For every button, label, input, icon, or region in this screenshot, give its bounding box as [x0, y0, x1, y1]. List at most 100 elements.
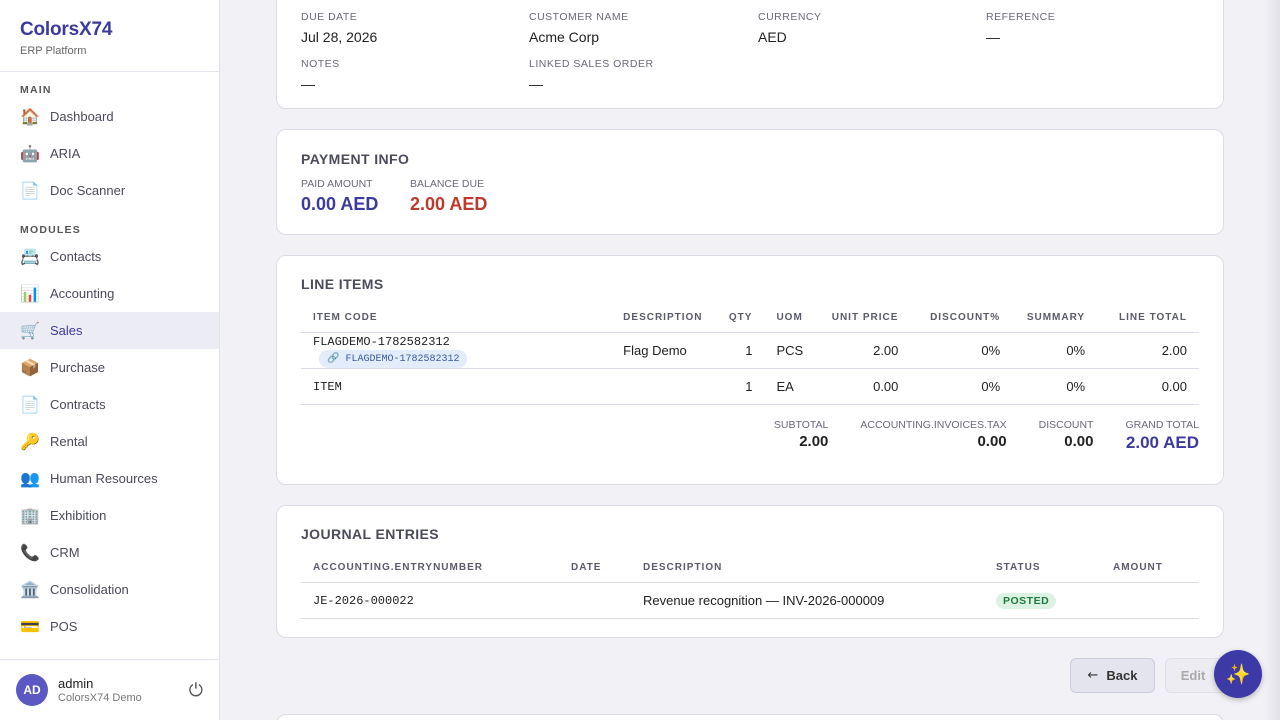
item-link-tag-label: FLAGDEMO-1782582312 [345, 353, 460, 365]
module-nav: 📇 Contacts 📊 Accounting 🛒 Sales 📦 Purchase 📄 Cont… [0, 238, 219, 645]
sidebar-item-aria[interactable]: 🤖 ARIA [0, 135, 219, 172]
linked-so-value: — [529, 76, 543, 92]
line-items-header-row: ITEM CODE DESCRIPTION QTY UOM UNIT PRICE… [301, 304, 1199, 333]
sparkles-icon: ✨ [1225, 662, 1251, 686]
summary-cell: 0% [1012, 332, 1098, 369]
paid-amount-field: PAID AMOUNT 0.00 AED [301, 178, 378, 215]
qty-cell: 1 [714, 368, 765, 405]
sidebar-item-label: CRM [50, 545, 80, 560]
line-total-cell: 0.00 [1097, 368, 1199, 405]
linked-so-field: LINKED SALES ORDER — [529, 58, 654, 92]
payment-info-card: PAYMENT INFO PAID AMOUNT 0.00 AED BALANC… [276, 129, 1224, 235]
sidebar-item-contracts[interactable]: 📄 Contracts [0, 386, 219, 423]
due-date-value: Jul 28, 2026 [301, 29, 378, 45]
item-code-cell: FLAGDEMO-1782582312🔗 FLAGDEMO-1782582312 [301, 332, 612, 369]
customer-value: Acme Corp [529, 29, 600, 45]
sidebar-item-pos[interactable]: 💳 POS [0, 608, 219, 645]
dashboard-icon: 🏠 [20, 107, 40, 126]
rental-icon: 🔑 [20, 432, 40, 451]
table-row[interactable]: JE-2026-000022 Revenue recognition — INV… [301, 582, 1199, 619]
item-code: FLAGDEMO-1782582312 [313, 334, 450, 349]
aria-icon: 🤖 [20, 144, 40, 163]
sidebar-item-label: Sales [50, 323, 83, 338]
col-amount: AMOUNT [1101, 554, 1199, 583]
sidebar-item-purchase[interactable]: 📦 Purchase [0, 349, 219, 386]
tax-value: 0.00 [977, 433, 1007, 450]
back-button[interactable]: ← Back [1070, 658, 1155, 693]
col-journal-description: DESCRIPTION [631, 554, 984, 583]
sidebar-item-label: Doc Scanner [50, 183, 126, 198]
arrow-left-icon: ← [1087, 668, 1099, 683]
amount-cell [1101, 582, 1199, 619]
entry-number-cell: JE-2026-000022 [301, 582, 559, 619]
sidebar-item-rental[interactable]: 🔑 Rental [0, 423, 219, 460]
sidebar-item-human-resources[interactable]: 👥 Human Resources [0, 460, 219, 497]
line-items-card: LINE ITEMS ITEM CODE DESCRIPTION QTY UOM… [276, 255, 1224, 485]
invoice-details-card: DUE DATE Jul 28, 2026 CUSTOMER NAME Acme… [276, 0, 1224, 109]
sidebar-item-contacts[interactable]: 📇 Contacts [0, 238, 219, 275]
scroll-edge [1262, 0, 1280, 720]
user-panel: AD admin ColorsX74 Demo ⏻ [0, 659, 219, 720]
power-icon[interactable]: ⏻ [189, 680, 203, 701]
sidebar-item-crm[interactable]: 📞 CRM [0, 534, 219, 571]
sidebar-item-consolidation[interactable]: 🏛️ Consolidation [0, 571, 219, 608]
sidebar-item-dashboard[interactable]: 🏠 Dashboard [0, 98, 219, 135]
unit-price-cell: 2.00 [816, 332, 911, 369]
tax: ACCOUNTING.INVOICES.TAX 0.00 [860, 419, 1006, 453]
linked-so-label: LINKED SALES ORDER [529, 58, 654, 70]
unit-price-cell: 0.00 [816, 368, 911, 405]
user-org: ColorsX74 Demo [58, 692, 142, 704]
sidebar-item-sales[interactable]: 🛒 Sales [0, 312, 219, 349]
sidebar-item-doc-scanner[interactable]: 📄 Doc Scanner [0, 172, 219, 209]
grand-total-value: 2.00 AED [1125, 433, 1199, 452]
journal-entries-card: JOURNAL ENTRIES ACCOUNTING.ENTRYNUMBER D… [276, 505, 1224, 638]
brand-title[interactable]: ColorsX74 [20, 19, 199, 41]
subtotal-value: 2.00 [799, 433, 829, 450]
ai-assistant-button[interactable]: ✨ [1214, 650, 1262, 698]
reference-field: REFERENCE — [986, 11, 1055, 45]
edit-button-label: Edit [1180, 668, 1206, 683]
accounting-icon: 📊 [20, 284, 40, 303]
paid-amount-label: PAID AMOUNT [301, 178, 373, 190]
sidebar-item-label: Exhibition [50, 508, 107, 523]
next-card [276, 714, 1224, 720]
nav-section-main: MAIN [20, 84, 52, 96]
customer-field: CUSTOMER NAME Acme Corp [529, 11, 629, 45]
payment-info-title: PAYMENT INFO [301, 151, 410, 167]
sidebar-item-label: Accounting [50, 286, 115, 301]
currency-value: AED [758, 29, 787, 45]
status-cell: POSTED [984, 582, 1101, 619]
human-resources-icon: 👥 [20, 469, 40, 488]
sidebar-item-label: Dashboard [50, 109, 114, 124]
exhibition-icon: 🏢 [20, 506, 40, 525]
status-badge: POSTED [996, 592, 1057, 609]
qty-cell: 1 [714, 332, 765, 369]
journal-description-cell: Revenue recognition — INV-2026-000009 [631, 582, 984, 619]
pos-icon: 💳 [20, 617, 40, 636]
sidebar-item-label: Consolidation [50, 582, 129, 597]
crm-icon: 📞 [20, 543, 40, 562]
col-uom: UOM [764, 304, 817, 333]
line-items-table: ITEM CODE DESCRIPTION QTY UOM UNIT PRICE… [301, 304, 1199, 405]
notes-field: NOTES — [301, 58, 340, 92]
sidebar-item-accounting[interactable]: 📊 Accounting [0, 275, 219, 312]
consolidation-icon: 🏛️ [20, 580, 40, 599]
col-status: STATUS [984, 554, 1101, 583]
item-link-tag[interactable]: 🔗 FLAGDEMO-1782582312 [319, 349, 468, 368]
currency-label: CURRENCY [758, 11, 822, 23]
col-unit-price: UNIT PRICE [816, 304, 911, 333]
col-entry-number: ACCOUNTING.ENTRYNUMBER [301, 554, 559, 583]
entry-number[interactable]: JE-2026-000022 [313, 594, 414, 608]
contacts-icon: 📇 [20, 247, 40, 266]
doc-scanner-icon: 📄 [20, 181, 40, 200]
table-row: FLAGDEMO-1782582312🔗 FLAGDEMO-1782582312… [301, 332, 1199, 369]
grand-total: GRAND TOTAL 2.00 AED [1125, 419, 1199, 453]
notes-value: — [301, 76, 315, 92]
sales-icon: 🛒 [20, 321, 40, 340]
sidebar-item-exhibition[interactable]: 🏢 Exhibition [0, 497, 219, 534]
avatar[interactable]: AD [16, 674, 48, 706]
line-total-cell: 2.00 [1097, 332, 1199, 369]
tax-label: ACCOUNTING.INVOICES.TAX [860, 419, 1007, 431]
back-button-label: Back [1106, 668, 1138, 683]
col-item-code: ITEM CODE [301, 304, 612, 333]
